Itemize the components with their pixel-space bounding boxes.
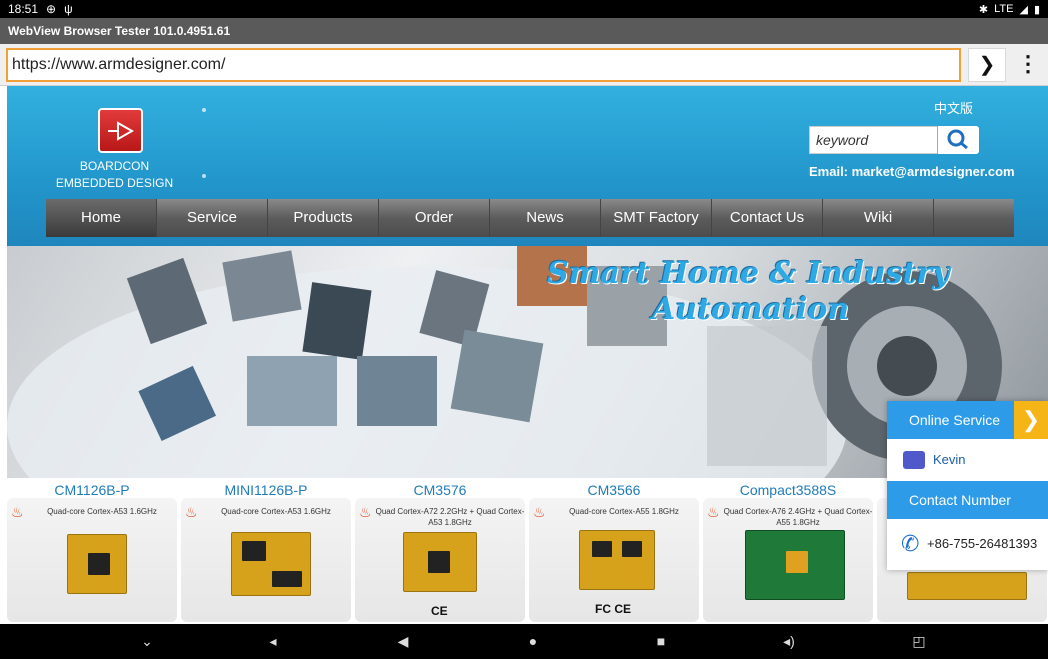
nav-item-products[interactable]: Products bbox=[268, 199, 379, 237]
globe-icon: ⊕ bbox=[46, 2, 57, 16]
search-input[interactable]: keyword bbox=[809, 126, 944, 154]
recents-icon[interactable]: ■ bbox=[646, 624, 676, 659]
app-title: WebView Browser Tester 101.0.4951.61 bbox=[0, 18, 1048, 44]
product-name[interactable]: MINI1126B-P bbox=[181, 482, 351, 498]
product-spec: Quad-core Cortex-A53 1.6GHz bbox=[47, 507, 157, 516]
hot-icon: ♨ bbox=[707, 504, 720, 520]
product-card[interactable]: CM3566 ♨ Quad-core Cortex-A55 1.8GHz FC … bbox=[529, 478, 699, 624]
product-name[interactable]: CM1126B-P bbox=[7, 482, 177, 498]
product-image bbox=[579, 530, 655, 590]
product-spec: Quad Cortex-A76 2.4GHz + Quad Cortex-A55… bbox=[723, 507, 873, 527]
chip bbox=[272, 571, 302, 587]
home-icon[interactable]: ● bbox=[518, 624, 548, 659]
hot-icon: ♨ bbox=[185, 504, 198, 520]
service-agent-link[interactable]: Kevin bbox=[887, 447, 1048, 473]
nav-item-order[interactable]: Order bbox=[379, 199, 490, 237]
collapse-arrow-icon[interactable]: ❯ bbox=[1014, 401, 1048, 439]
product-spec: Quad Cortex-A72 2.2GHz + Quad Cortex-A53… bbox=[375, 507, 525, 527]
chevron-down-icon[interactable]: ⌄ bbox=[132, 624, 162, 659]
overflow-menu-button[interactable]: ⋮ bbox=[1012, 48, 1044, 82]
chip bbox=[786, 551, 808, 573]
screen: 18:51 ⊕ ψ ✱ LTE ◢ ▮ WebView Browser Test… bbox=[0, 0, 1048, 659]
site-header: BOARDCON EMBEDDED DESIGN 中文版 keyword Ema… bbox=[7, 86, 1048, 246]
contact-email[interactable]: Email: market@armdesigner.com bbox=[809, 164, 1015, 179]
brand-tagline: EMBEDDED DESIGN bbox=[55, 176, 174, 190]
nav-item-news[interactable]: News bbox=[490, 199, 601, 237]
volume-down-icon[interactable]: ◂ bbox=[258, 624, 288, 659]
chip bbox=[88, 553, 110, 575]
nav-item-contact-us[interactable]: Contact Us bbox=[712, 199, 823, 237]
product-card[interactable]: CM3576 ♨ Quad Cortex-A72 2.2GHz + Quad C… bbox=[355, 478, 525, 624]
search-icon bbox=[947, 129, 968, 150]
signal-icon: ◢ bbox=[1019, 3, 1028, 16]
url-input[interactable]: https://www.armdesigner.com/ bbox=[6, 48, 961, 82]
product-name[interactable]: Compact3588S bbox=[703, 482, 873, 498]
nav-item-wiki[interactable]: Wiki bbox=[823, 199, 934, 237]
product-card[interactable]: Compact3588S ♨ Quad Cortex-A76 2.4GHz + … bbox=[703, 478, 873, 624]
bluetooth-icon: ✱ bbox=[978, 3, 989, 16]
product-image bbox=[67, 534, 127, 594]
product-card[interactable]: MINI1126B-P ♨ Quad-core Cortex-A53 1.6GH… bbox=[181, 478, 351, 624]
banner-title-line2: Automation bbox=[652, 292, 850, 327]
product-image bbox=[745, 530, 845, 600]
volume-up-icon[interactable]: ◂) bbox=[774, 624, 804, 659]
ce-mark: CE bbox=[431, 604, 448, 618]
main-nav: Home Service Products Order News SMT Fac… bbox=[46, 199, 1014, 237]
status-bar: 18:51 ⊕ ψ ✱ LTE ◢ ▮ bbox=[0, 0, 1048, 18]
logo-icon[interactable] bbox=[98, 108, 143, 153]
hot-icon: ♨ bbox=[11, 504, 24, 520]
status-time: 18:51 bbox=[8, 2, 39, 16]
chip bbox=[622, 541, 642, 557]
product-image bbox=[403, 532, 477, 592]
product-spec: Quad-core Cortex-A53 1.6GHz bbox=[221, 507, 331, 516]
chip bbox=[242, 541, 266, 561]
brand-name: BOARDCON bbox=[79, 159, 150, 173]
chip bbox=[592, 541, 612, 557]
nav-item-smt-factory[interactable]: SMT Factory bbox=[601, 199, 712, 237]
hot-icon: ♨ bbox=[359, 504, 372, 520]
back-icon[interactable]: ◀ bbox=[388, 624, 418, 659]
nav-item-home[interactable]: Home bbox=[46, 199, 157, 237]
product-card[interactable]: CM1126B-P ♨ Quad-core Cortex-A53 1.6GHz bbox=[7, 478, 177, 624]
banner-title-line1: Smart Home & Industry bbox=[547, 256, 950, 291]
search-button[interactable] bbox=[937, 126, 979, 154]
system-nav-bar: ⌄ ◂ ◀ ● ■ ◂) ◰ bbox=[0, 624, 1048, 659]
nav-item-service[interactable]: Service bbox=[157, 199, 268, 237]
network-label: LTE bbox=[994, 3, 1014, 15]
product-image bbox=[907, 572, 1027, 600]
usb-icon: ψ bbox=[64, 2, 73, 16]
online-service-widget: Online Service ❯ Kevin Contact Number ✆ … bbox=[887, 401, 1048, 570]
product-name[interactable]: CM3576 bbox=[355, 482, 525, 498]
chip bbox=[428, 551, 450, 573]
rotate-screen-icon[interactable]: ◰ bbox=[904, 624, 934, 659]
go-button[interactable]: ❯ bbox=[968, 48, 1006, 82]
product-image bbox=[231, 532, 311, 596]
contact-number-header: Contact Number bbox=[887, 481, 1048, 519]
decor-dot bbox=[202, 108, 206, 112]
language-link[interactable]: 中文版 bbox=[934, 98, 973, 117]
url-row: https://www.armdesigner.com/ ❯ ⋮ bbox=[0, 44, 1048, 86]
fcc-ce-mark: FC CE bbox=[595, 602, 631, 616]
product-spec: Quad-core Cortex-A55 1.8GHz bbox=[569, 507, 679, 516]
logo-arrow-icon bbox=[108, 121, 134, 141]
product-name[interactable]: CM3566 bbox=[529, 482, 699, 498]
hot-icon: ♨ bbox=[533, 504, 546, 520]
battery-icon: ▮ bbox=[1033, 3, 1040, 16]
phone-number[interactable]: +86-755-26481393 bbox=[887, 531, 1048, 557]
